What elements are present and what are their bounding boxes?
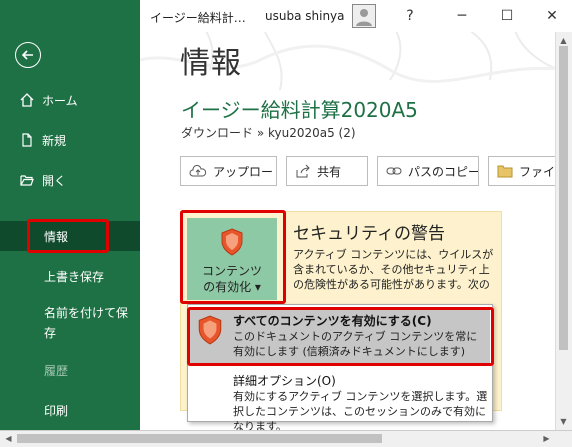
new-document-icon	[20, 133, 34, 147]
close-button[interactable]: ✕	[540, 4, 564, 28]
sidebar-item-label: 新規	[42, 133, 67, 148]
enable-content-label-line2: の有効化 ▾	[203, 280, 261, 294]
folder-open-icon	[20, 173, 34, 187]
sidebar-item-history: 履歴	[0, 356, 140, 384]
sidebar-item-save-as[interactable]: 名前を付けて保	[0, 302, 140, 322]
minimize-button[interactable]: ─	[450, 4, 474, 28]
avatar[interactable]	[352, 4, 376, 28]
sidebar-item-label: 上書き保存	[44, 269, 105, 284]
menu-item-advanced-options-description: 有効にするアクティブ コンテンツを選択します。選択したコンテンツは、このセッショ…	[233, 390, 488, 433]
title-bar: イージー給料計… usuba shinya ? ─ ☐ ✕	[140, 0, 572, 32]
user-name[interactable]: usuba shinya	[265, 9, 345, 23]
copy-path-button[interactable]: パスのコピー	[377, 156, 479, 186]
link-icon	[386, 167, 402, 175]
menu-item-enable-all-title: すべてのコンテンツを有効にする(C)	[233, 314, 432, 328]
upload-label: アップロード	[213, 164, 276, 179]
sidebar-item-label: ホーム	[42, 93, 78, 108]
back-arrow-icon[interactable]	[15, 42, 41, 68]
sidebar-item-label: 履歴	[44, 363, 69, 378]
folder-icon	[497, 165, 513, 178]
sidebar-item-label: 存	[44, 325, 57, 340]
security-warning-description: アクティブ コンテンツには、ウイルスが含まれているか、その他セキュリティ上の危険…	[293, 248, 494, 291]
sidebar-item-label: 印刷	[44, 403, 69, 418]
document-name: イージー給料計算2020A5	[181, 98, 418, 122]
shield-icon	[221, 228, 243, 256]
sidebar-item-label: 開く	[42, 173, 67, 188]
open-file-location-button[interactable]: ファイル	[488, 156, 555, 186]
sidebar-item-info[interactable]: 情報	[0, 221, 140, 251]
enable-content-label-line1: コンテンツ	[201, 264, 262, 278]
window-document-title: イージー給料計…	[150, 11, 246, 25]
maximize-button[interactable]: ☐	[495, 4, 519, 28]
sidebar-item-label: 情報	[44, 229, 69, 244]
security-warning-title: セキュリティの警告	[293, 224, 445, 244]
scroll-down-arrow-icon[interactable]: ▼	[555, 413, 572, 430]
cloud-upload-icon	[189, 165, 207, 177]
menu-item-enable-all-description: このドキュメントのアクティブ コンテンツを常に有効にします (信頼済みドキュメン…	[233, 330, 478, 358]
sidebar-item-new[interactable]: 新規	[0, 126, 140, 154]
breadcrumb[interactable]: ダウンロード » kyu2020a5 (2)	[181, 124, 356, 141]
sidebar-item-home[interactable]: ホーム	[0, 86, 140, 114]
sidebar-item-save-as-cont[interactable]: 存	[0, 322, 140, 342]
scroll-right-arrow-icon[interactable]: ▶	[538, 430, 555, 447]
share-button[interactable]: 共有	[286, 156, 368, 186]
scroll-left-arrow-icon[interactable]: ◀	[0, 430, 17, 447]
share-icon	[296, 164, 310, 178]
enable-content-button[interactable]: コンテンツ の有効化 ▾	[187, 218, 277, 300]
shield-icon	[198, 315, 222, 345]
menu-item-advanced-options[interactable]: 詳細オプション(O)	[233, 372, 336, 389]
home-icon	[20, 93, 34, 107]
share-label: 共有	[317, 164, 342, 179]
horizontal-scroll-thumb[interactable]	[17, 434, 382, 443]
sidebar-item-label: 名前を付けて保	[44, 305, 129, 320]
vertical-scroll-thumb[interactable]	[559, 46, 568, 350]
copy-path-label: パスのコピー	[408, 164, 479, 179]
backstage-sidebar: ホーム 新規 開く 情報 上書き保存 名前を付けて保 存 履歴 印刷	[0, 0, 140, 447]
sidebar-item-print[interactable]: 印刷	[0, 396, 140, 424]
sidebar-item-save[interactable]: 上書き保存	[0, 262, 140, 290]
open-file-location-label: ファイル	[519, 164, 555, 179]
page-title: 情報	[180, 46, 242, 81]
upload-button[interactable]: アップロード	[180, 156, 277, 186]
sidebar-item-open[interactable]: 開く	[0, 166, 140, 194]
help-button[interactable]: ?	[398, 4, 422, 28]
